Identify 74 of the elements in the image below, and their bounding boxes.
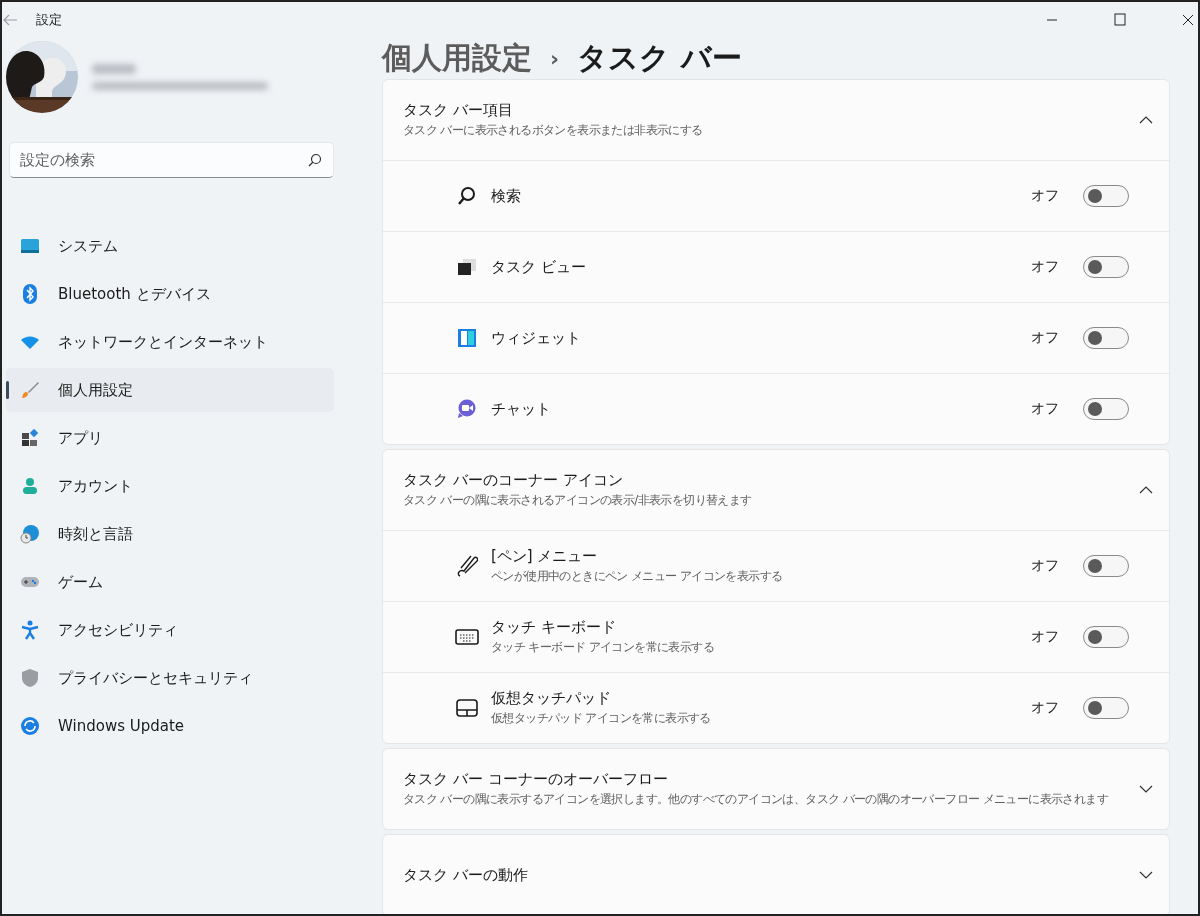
bluetooth-icon [22,284,38,304]
breadcrumb-link[interactable]: 個人用設定 [382,38,532,79]
setting-label: 仮想タッチパッド [491,689,612,708]
chevron-up-icon[interactable] [1139,116,1153,124]
blurred-name [92,64,136,74]
toggle-switch[interactable] [1083,185,1129,207]
toggle-state: オフ [1031,187,1059,205]
toggle-state: オフ [1031,329,1059,347]
sidebar-item[interactable]: アクセシビリティ [6,608,334,652]
toggle-state: オフ [1031,699,1059,717]
toggle-switch[interactable] [1083,398,1129,420]
toggle-switch[interactable] [1083,256,1129,278]
close-icon [1182,14,1194,26]
setting-label: [ペン] メニュー [491,547,599,566]
section-title: タスク バー コーナーのオーバーフロー [403,770,669,789]
setting-label: 検索 [491,186,522,206]
sidebar-item[interactable]: ゲーム [6,560,334,604]
toggle-switch[interactable] [1083,327,1129,349]
sidebar-item[interactable]: Bluetooth とデバイス [6,272,334,316]
section-title: タスク バーの動作 [403,865,529,885]
section-title: タスク バー項目 [403,101,514,120]
setting-label: タスク ビュー [491,257,587,277]
chevron-up-icon[interactable] [1139,486,1153,494]
search-icon [308,153,322,167]
maximize-icon [1114,13,1126,27]
search-icon [457,186,477,206]
setting-description: タッチ キーボード アイコンを常に表示する [491,639,716,656]
sidebar-item[interactable]: アプリ [6,416,334,460]
chat-icon [457,399,477,419]
window-title: 設定 [36,11,62,29]
wifi-icon [20,335,40,349]
apps-icon [21,429,39,447]
accessibility-icon [21,620,39,640]
setting-label: チャット [491,399,552,419]
section-description: タスク バーに表示されるボタンを表示または非表示にする [403,122,704,139]
pen-icon [456,554,478,578]
sidebar-item[interactable]: アカウント [6,464,334,508]
sidebar-item[interactable]: 個人用設定 [6,368,334,412]
section-title: タスク バーのコーナー アイコン [403,471,624,490]
setting-description: ペンが使用中のときにペン メニュー アイコンを表示する [491,568,784,585]
keyboard-icon [455,628,479,646]
sidebar-item[interactable]: プライバシーとセキュリティ [6,656,334,700]
back-arrow-icon [2,14,18,26]
chevron-down-icon[interactable] [1139,785,1153,793]
gamepad-icon [20,575,40,589]
sidebar-item[interactable]: Windows Update [6,704,334,748]
search-field[interactable]: 設定の検索 [9,142,334,178]
monitor-icon [20,238,40,254]
toggle-state: オフ [1031,258,1059,276]
toggle-state: オフ [1031,628,1059,646]
paintbrush-icon [21,381,39,399]
globe-clock-icon [20,524,40,544]
breadcrumb-separator: › [550,46,560,71]
section-description: タスク バーの隅に表示されるアイコンの表示/非表示を切り替えます [403,492,753,509]
touchpad-icon [456,699,478,717]
chevron-down-icon[interactable] [1139,871,1153,879]
person-icon [21,477,39,495]
shield-icon [21,668,39,688]
task-view-icon [457,258,477,276]
page-title: タスク バー [577,39,742,77]
toggle-state: オフ [1031,400,1059,418]
sidebar-item[interactable]: システム [6,224,334,268]
sync-icon [20,716,40,736]
toggle-switch[interactable] [1083,626,1129,648]
setting-description: 仮想タッチパッド アイコンを常に表示する [491,710,712,727]
sidebar-item[interactable]: ネットワークとインターネット [6,320,334,364]
toggle-switch[interactable] [1083,697,1129,719]
sidebar-item[interactable]: 時刻と言語 [6,512,334,556]
toggle-switch[interactable] [1083,555,1129,577]
setting-label: タッチ キーボード [491,618,617,637]
setting-label: ウィジェット [491,328,582,348]
section-description: タスク バーの隅に表示するアイコンを選択します。他のすべてのアイコンは、タスク バーの隅のオーバーフロー メニューに表示されます [403,791,1110,808]
widgets-icon [457,328,477,348]
toggle-state: オフ [1031,557,1059,575]
